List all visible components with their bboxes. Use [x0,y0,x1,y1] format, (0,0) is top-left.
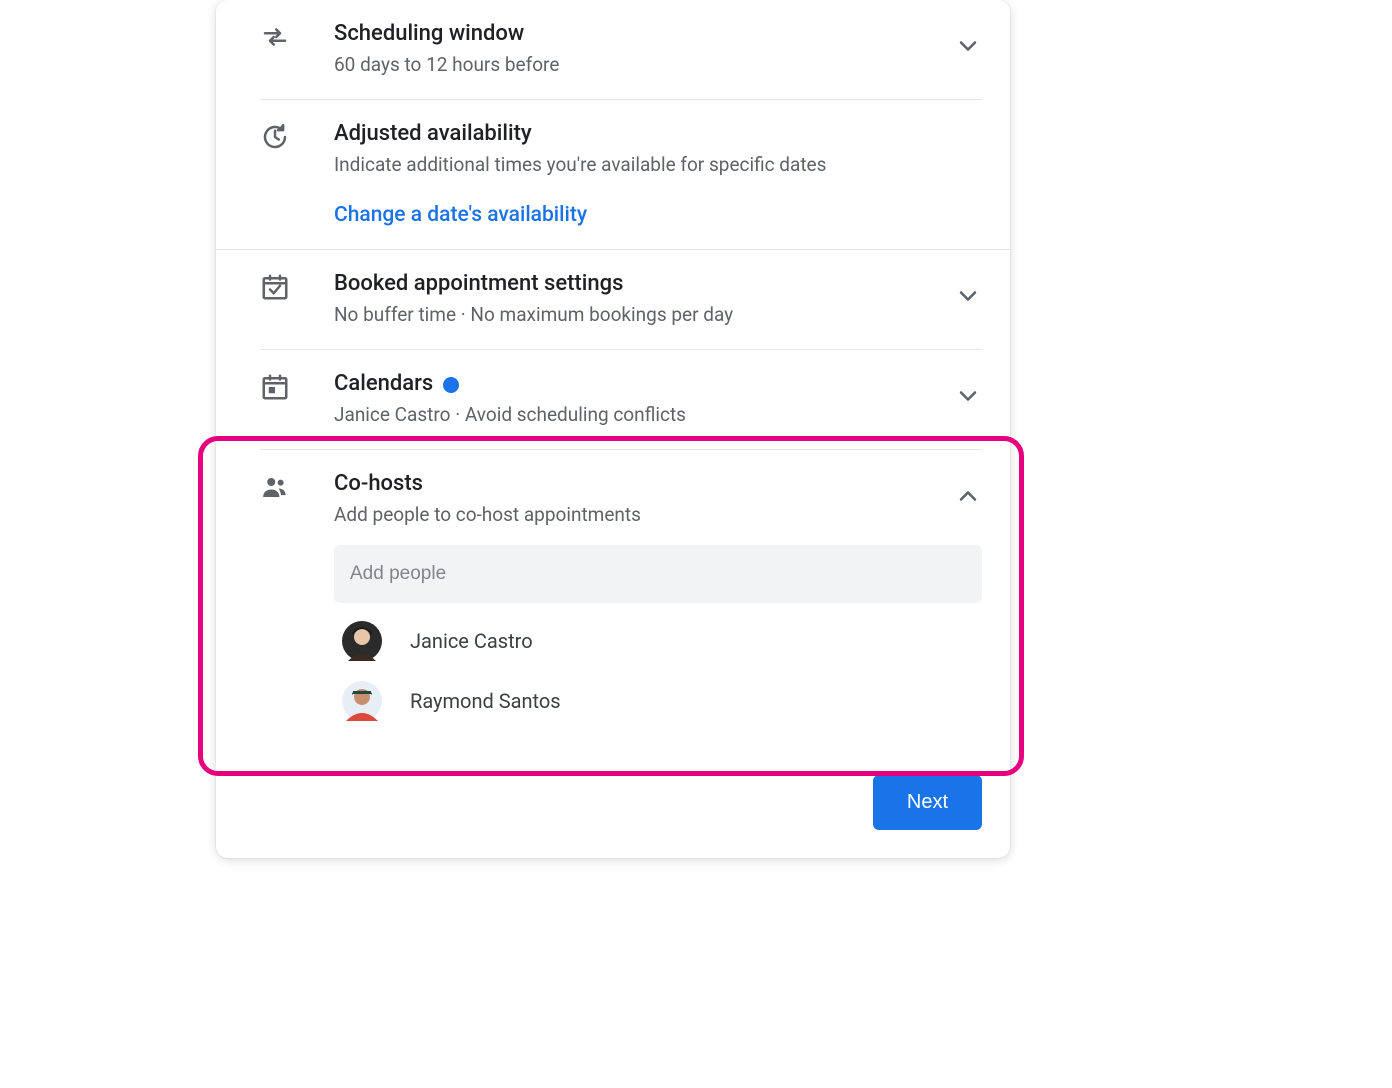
chevron-up-icon[interactable] [954,482,982,514]
cohost-person-row[interactable]: Raymond Santos [334,671,982,731]
calendar-check-icon [260,272,290,306]
swap-arrows-icon [260,22,290,56]
chevron-down-icon[interactable] [954,282,982,314]
clock-refresh-icon [260,122,290,156]
people-icon [260,472,290,506]
avatar [342,681,382,721]
chevron-down-icon[interactable] [954,32,982,64]
cohost-person-name: Raymond Santos [410,689,561,713]
next-button[interactable]: Next [873,775,982,830]
adjusted-availability-sub: Indicate additional times you're availab… [334,151,942,180]
calendars-sub: Janice Castro · Avoid scheduling conflic… [334,401,942,430]
cohosts-content: Janice Castro Raymond Santos [216,533,1010,739]
chevron-down-icon[interactable] [954,382,982,414]
footer: Next [216,739,1010,830]
cohost-person-name: Janice Castro [410,629,533,653]
change-date-availability-link[interactable]: Change a date's availability [334,203,587,227]
scheduling-window-title: Scheduling window [334,20,942,49]
scheduling-window-sub: 60 days to 12 hours before [334,51,942,80]
add-people-input[interactable] [334,545,982,603]
calendars-title: Calendars [334,370,433,399]
section-scheduling-window[interactable]: Scheduling window 60 days to 12 hours be… [216,0,1010,100]
section-adjusted-availability: Adjusted availability Indicate additiona… [216,100,1010,185]
calendar-today-icon [260,372,290,406]
calendars-indicator-dot [443,377,459,393]
settings-card: Scheduling window 60 days to 12 hours be… [216,0,1010,858]
cohost-person-row[interactable]: Janice Castro [334,611,982,671]
cohosts-title: Co-hosts [334,470,942,499]
change-date-availability-row: Change a date's availability [216,185,1010,250]
section-calendars[interactable]: Calendars Janice Castro · Avoid scheduli… [216,350,1010,450]
section-cohosts[interactable]: Co-hosts Add people to co-host appointme… [216,450,1010,533]
booked-appointment-title: Booked appointment settings [334,270,942,299]
adjusted-availability-title: Adjusted availability [334,120,942,149]
booked-appointment-sub: No buffer time · No maximum bookings per… [334,301,942,330]
section-booked-appointment[interactable]: Booked appointment settings No buffer ti… [216,250,1010,350]
cohosts-sub: Add people to co-host appointments [334,501,942,530]
avatar [342,621,382,661]
